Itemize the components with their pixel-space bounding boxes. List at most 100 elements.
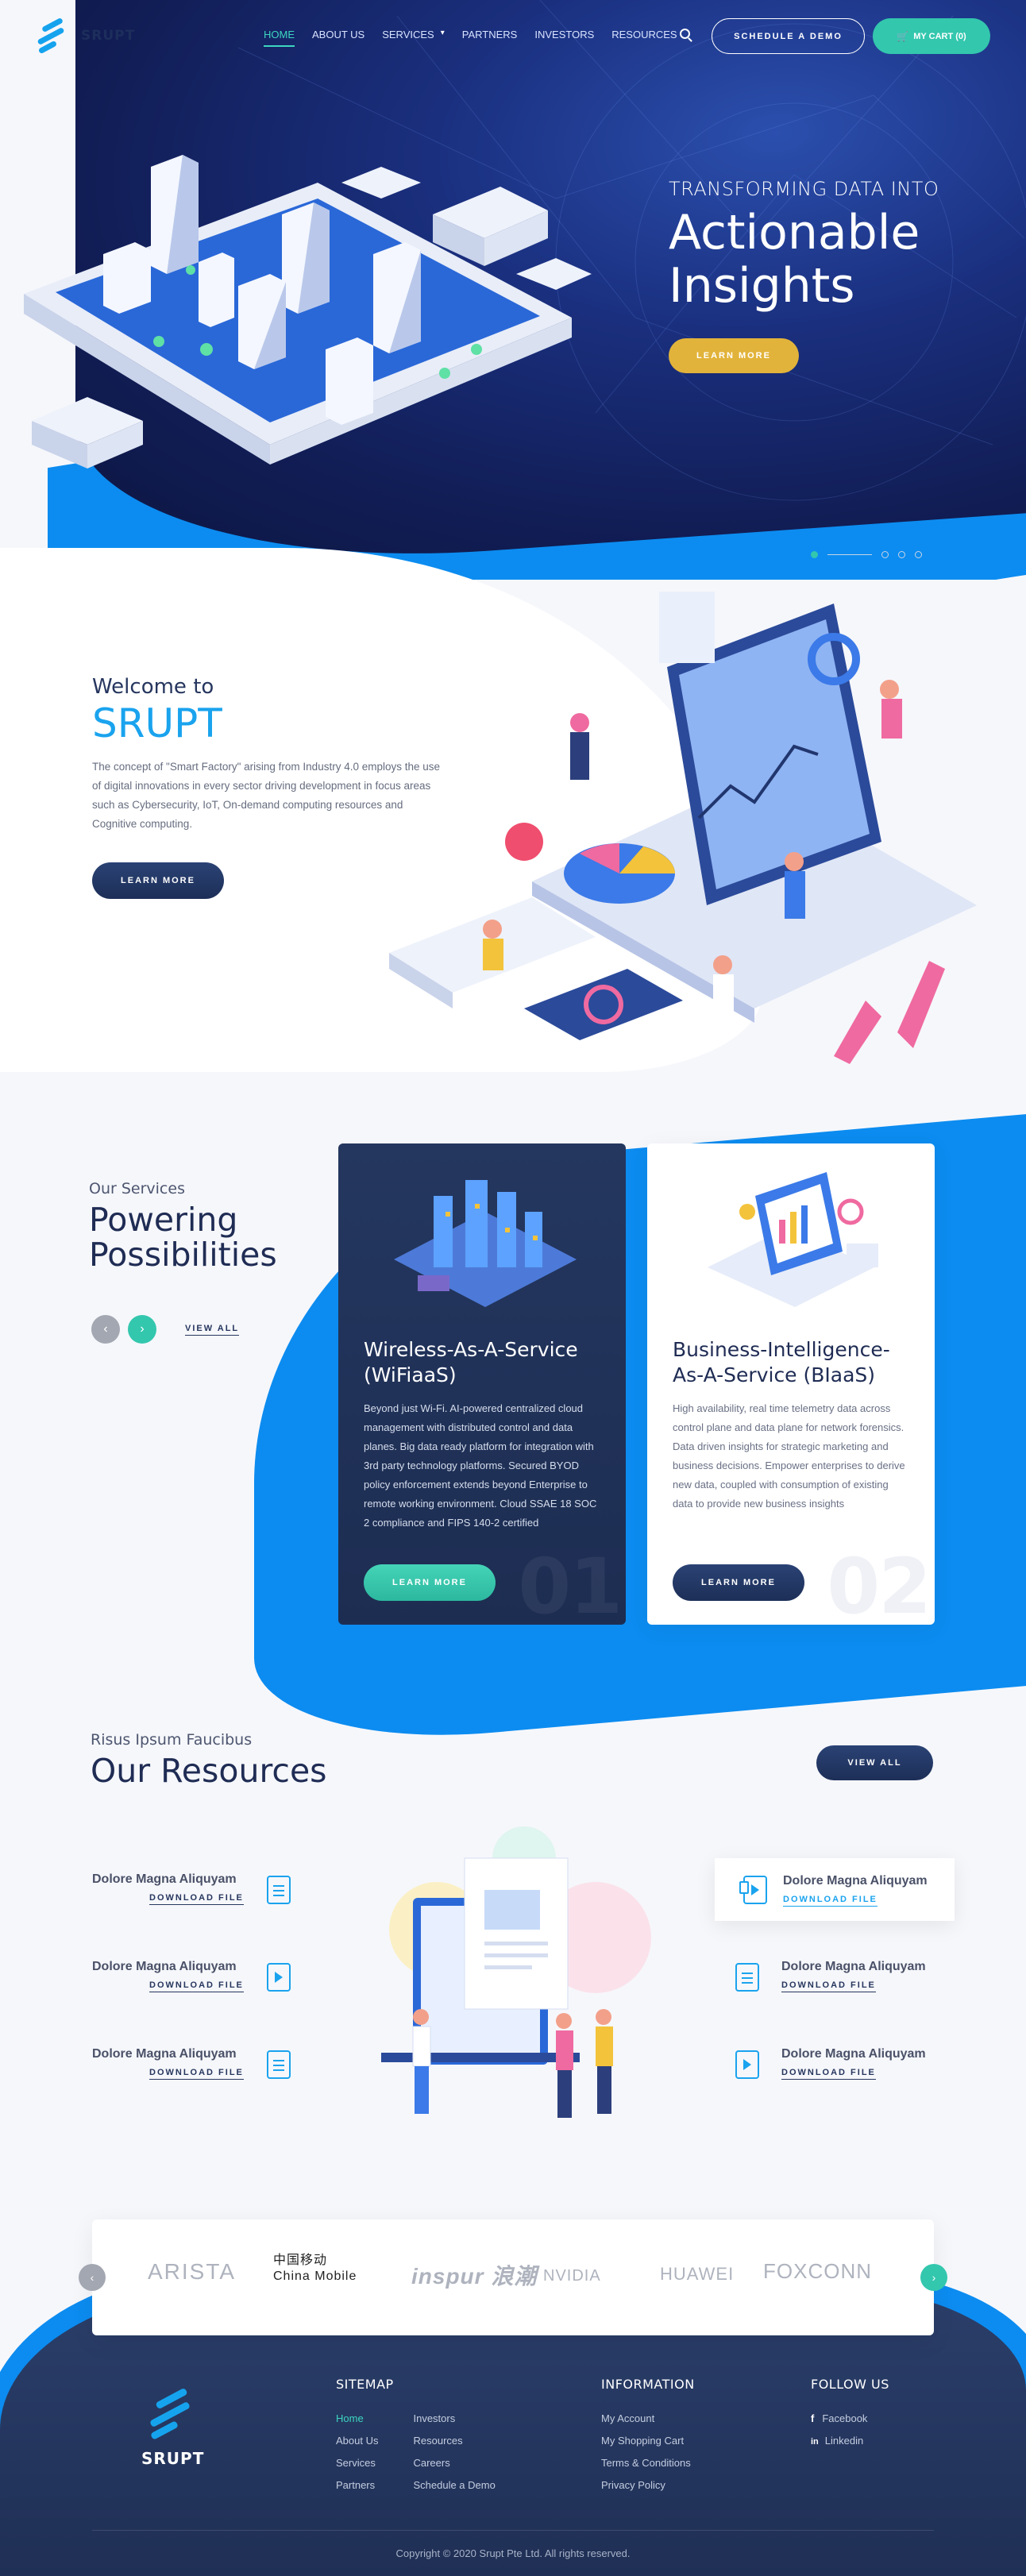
schedule-demo-button[interactable]: SCHEDULE A DEMO <box>712 18 865 54</box>
resource-title: Dolore Magna Aliquyam <box>783 1874 928 1888</box>
footer-link-my-account[interactable]: My Account <box>601 2408 695 2430</box>
footer-link-services[interactable]: Services <box>336 2452 378 2474</box>
nav-services[interactable]: SERVICES <box>382 29 434 40</box>
logo-mark-icon <box>35 16 73 56</box>
top-navigation: SRUPT HOME ABOUT US SERVICES ▾ PARTNERS … <box>0 0 1026 71</box>
slider-dot-1[interactable] <box>811 551 818 558</box>
prev-arrow-icon[interactable]: ‹ <box>91 1315 120 1344</box>
resource-title: Dolore Magna Aliquyam <box>781 2047 926 2061</box>
footer-link-terms[interactable]: Terms & Conditions <box>601 2452 695 2474</box>
chevron-down-icon[interactable]: ▾ <box>441 29 445 37</box>
services-slider-controls: ‹ › VIEW ALL <box>91 1315 240 1344</box>
partner-logo-china-mobile[interactable]: 中国移动 China Mobile <box>273 2253 361 2285</box>
nav-about-us[interactable]: ABOUT US <box>312 29 364 47</box>
search-icon[interactable] <box>680 29 690 39</box>
partner-logo-arista[interactable]: ARISTA <box>148 2259 236 2285</box>
footer-sitemap: SITEMAP Home About Us Services Partners … <box>336 2377 496 2497</box>
resource-item[interactable]: Dolore Magna Aliquyam DOWNLOAD FILE <box>92 1872 299 1905</box>
footer-information-title: INFORMATION <box>601 2377 695 2392</box>
resources-illustration <box>381 1826 651 2118</box>
slider-dot-3[interactable] <box>898 551 905 558</box>
service-card-title: Business-Intelligence-As-A-Service (BIaa… <box>673 1338 890 1386</box>
resource-title: Dolore Magna Aliquyam <box>781 1960 926 1973</box>
footer-link-resources[interactable]: Resources <box>413 2430 495 2452</box>
partner-logo-nvidia[interactable]: NVIDIA <box>543 2267 601 2285</box>
service-card-body: Beyond just Wi-Fi. AI-powered centralize… <box>364 1402 597 1529</box>
linkedin-icon: in <box>811 2437 819 2447</box>
hero-eyebrow: TRANSFORMING DATA INTO <box>669 178 939 200</box>
slider-dot-2[interactable] <box>881 551 889 558</box>
resource-item[interactable]: Dolore Magna Aliquyam DOWNLOAD FILE <box>735 1960 988 1992</box>
site-logo[interactable]: SRUPT <box>35 16 135 56</box>
footer-facebook-link[interactable]: f Facebook <box>811 2408 889 2430</box>
download-file-link[interactable]: DOWNLOAD FILE <box>149 1893 244 1905</box>
nav-home[interactable]: HOME <box>264 29 295 47</box>
welcome-learn-more-button[interactable]: LEARN MORE <box>92 862 224 899</box>
services-view-all-link[interactable]: VIEW ALL <box>185 1324 240 1336</box>
footer-divider <box>92 2530 934 2531</box>
service-card-wifiaas: Wireless-As-A-Service (WiFiaaS) Beyond j… <box>338 1143 626 1625</box>
download-file-link[interactable]: DOWNLOAD FILE <box>783 1895 878 1907</box>
partners-next-arrow-icon[interactable]: › <box>920 2264 947 2291</box>
video-file-icon <box>739 1876 767 1904</box>
hero-slider-dots <box>811 551 922 558</box>
service-card-learn-more-button[interactable]: LEARN MORE <box>673 1564 804 1601</box>
service-card-biaas: Business-Intelligence-As-A-Service (BIaa… <box>647 1143 935 1625</box>
services-eyebrow: Our Services <box>89 1180 185 1197</box>
document-icon <box>735 1963 759 1992</box>
service-card-number: 01 <box>518 1542 623 1625</box>
footer-sitemap-title: SITEMAP <box>336 2377 394 2392</box>
footer-link-home[interactable]: Home <box>336 2408 378 2430</box>
partners-carousel: ARISTA 中国移动 China Mobile inspur 浪潮 NVIDI… <box>92 2219 934 2335</box>
services-title: Powering Possibilities <box>89 1202 277 1272</box>
footer-link-careers[interactable]: Careers <box>413 2452 495 2474</box>
partner-logo-inspur[interactable]: inspur 浪潮 <box>411 2259 537 2291</box>
footer-copyright: Copyright © 2020 Srupt Pte Ltd. All righ… <box>395 2547 631 2559</box>
cart-label: MY CART (0) <box>913 31 966 41</box>
footer-logo-mark-icon <box>145 2385 201 2441</box>
resource-item[interactable]: Dolore Magna Aliquyam DOWNLOAD FILE <box>92 2047 299 2080</box>
footer-logo[interactable]: SRUPT <box>141 2385 204 2468</box>
footer-link-investors[interactable]: Investors <box>413 2408 495 2430</box>
resources-view-all-button[interactable]: VIEW ALL <box>816 1745 933 1780</box>
download-file-link[interactable]: DOWNLOAD FILE <box>781 2068 876 2080</box>
footer-follow-title: FOLLOW US <box>811 2377 889 2392</box>
nav-resources[interactable]: RESOURCES <box>611 29 677 47</box>
document-icon <box>267 2050 291 2079</box>
footer-information: INFORMATION My Account My Shopping Cart … <box>601 2377 695 2497</box>
footer-link-privacy[interactable]: Privacy Policy <box>601 2474 695 2497</box>
hero-title-line1: Actionable <box>669 205 920 260</box>
footer-link-about-us[interactable]: About Us <box>336 2430 378 2452</box>
resources-eyebrow: Risus Ipsum Faucibus <box>91 1731 253 1749</box>
resource-item[interactable]: Dolore Magna Aliquyam DOWNLOAD FILE <box>735 2047 988 2080</box>
slider-dot-4[interactable] <box>915 551 922 558</box>
service-card-title: Wireless-As-A-Service (WiFiaaS) <box>364 1338 578 1386</box>
facebook-label: Facebook <box>822 2412 868 2424</box>
partner-logo-huawei[interactable]: HUAWEI <box>660 2264 734 2285</box>
download-file-link[interactable]: DOWNLOAD FILE <box>149 1980 244 1992</box>
footer-logo-text: SRUPT <box>141 2449 205 2468</box>
hero-learn-more-button[interactable]: LEARN MORE <box>669 338 799 373</box>
nav-investors[interactable]: INVESTORS <box>534 29 594 47</box>
download-file-link[interactable]: DOWNLOAD FILE <box>781 1980 876 1992</box>
footer-linkedin-link[interactable]: in Linkedin <box>811 2430 889 2453</box>
footer-link-shopping-cart[interactable]: My Shopping Cart <box>601 2430 695 2452</box>
footer-follow-us: FOLLOW US f Facebook in Linkedin <box>811 2377 889 2453</box>
service-card-body: High availability, real time telemetry d… <box>673 1402 905 1510</box>
facebook-icon: f <box>811 2412 815 2424</box>
service-card-learn-more-button[interactable]: LEARN MORE <box>364 1564 496 1601</box>
next-arrow-icon[interactable]: › <box>128 1315 156 1344</box>
download-file-link[interactable]: DOWNLOAD FILE <box>149 2068 244 2080</box>
resource-item-active[interactable]: Dolore Magna Aliquyam DOWNLOAD FILE <box>715 1858 955 1921</box>
video-file-icon <box>267 1963 291 1992</box>
smart-city-illustration <box>24 155 592 469</box>
partner-logo-foxconn[interactable]: FOXCONN <box>763 2259 872 2284</box>
footer-link-partners[interactable]: Partners <box>336 2474 378 2497</box>
nav-partners[interactable]: PARTNERS <box>462 29 518 47</box>
resource-item[interactable]: Dolore Magna Aliquyam DOWNLOAD FILE <box>92 1960 299 1992</box>
analytics-laptop-illustration <box>389 592 977 1064</box>
partners-prev-arrow-icon[interactable]: ‹ <box>79 2264 106 2291</box>
hero-title: Actionable Insights <box>669 206 939 313</box>
my-cart-button[interactable]: 🛒 MY CART (0) <box>873 18 990 54</box>
footer-link-schedule-demo[interactable]: Schedule a Demo <box>413 2474 495 2497</box>
